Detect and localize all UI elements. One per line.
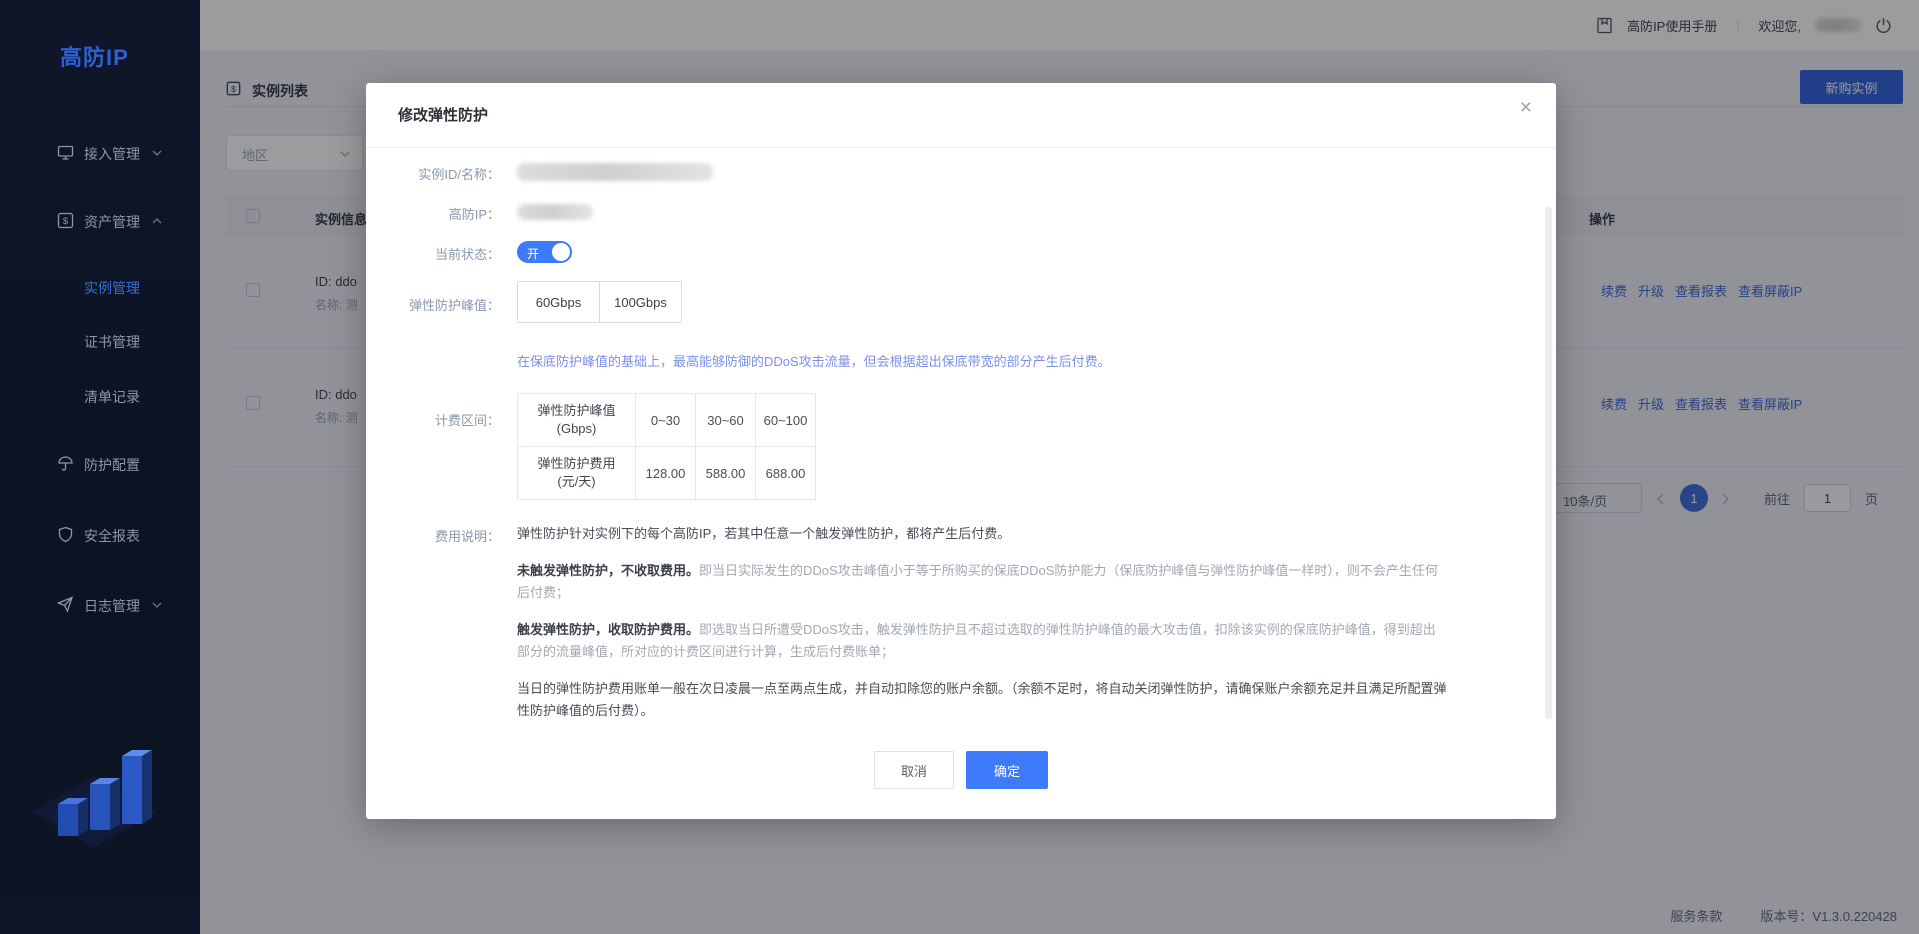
billing-peak-row: 弹性防护峰值 (Gbps) 0~30 30~60 60~100 <box>518 394 816 447</box>
billing-range-label: 计费区间： <box>380 410 500 429</box>
fee-note: 当日的弹性防护费用账单一般在次日凌晨一点至两点生成，并自动扣除您的账户余额。（余… <box>517 678 1447 722</box>
billing-cell: 30~60 <box>696 394 756 447</box>
sidebar-illustration <box>28 658 160 868</box>
modal-scrollbar[interactable] <box>1545 207 1552 719</box>
sidebar-item-instance-mgmt[interactable]: 实例管理 <box>84 278 200 298</box>
sidebar-item-log-mgmt[interactable]: 日志管理 <box>0 593 200 617</box>
billing-cell: 588.00 <box>696 447 756 500</box>
current-status-label: 当前状态： <box>380 244 500 263</box>
sidebar: 高防IP 接入管理 $ 资产管理 实例管理 证书管理 清单记录 防护配置 安全报… <box>0 0 200 934</box>
sidebar-item-cert-mgmt[interactable]: 证书管理 <box>84 332 200 352</box>
umbrella-icon <box>57 455 74 472</box>
sidebar-item-asset-mgmt[interactable]: $ 资产管理 <box>0 209 200 233</box>
peak-option-group: 60Gbps 100Gbps <box>517 281 682 323</box>
fee-note: 触发弹性防护，收取防护费用。即选取当日所遭受DDoS攻击，触发弹性防护且不超过选… <box>517 619 1447 663</box>
fee-note: 弹性防护针对实例下的每个高防IP，若其中任意一个触发弹性防护，都将产生后付费。 <box>517 523 1447 545</box>
elastic-peak-hint: 在保底防护峰值的基础上，最高能够防御的DDoS攻击流量，但会根据超出保底带宽的部… <box>517 351 1477 370</box>
fee-description: 弹性防护针对实例下的每个高防IP，若其中任意一个触发弹性防护，都将产生后付费。 … <box>517 523 1447 737</box>
sidebar-item-security-report[interactable]: 安全报表 <box>0 523 200 547</box>
instance-id-label: 实例ID/名称： <box>380 164 500 183</box>
close-icon[interactable]: × <box>1520 97 1532 118</box>
billing-peak-header: 弹性防护峰值 (Gbps) <box>518 394 636 447</box>
paper-plane-icon <box>57 596 74 613</box>
billing-fee-header: 弹性防护费用 (元/天) <box>518 447 636 500</box>
monitor-icon <box>57 144 74 161</box>
billing-range-table: 弹性防护峰值 (Gbps) 0~30 30~60 60~100 弹性防护费用 (… <box>517 393 816 500</box>
sidebar-item-label: 接入管理 <box>84 144 140 164</box>
toggle-knob <box>552 243 570 261</box>
toggle-on-text: 开 <box>527 245 539 262</box>
billing-cell: 688.00 <box>756 447 816 500</box>
confirm-button[interactable]: 确定 <box>966 751 1048 789</box>
anti-ddos-ip-value-redacted <box>517 204 593 220</box>
billing-fee-row: 弹性防护费用 (元/天) 128.00 588.00 688.00 <box>518 447 816 500</box>
sidebar-item-label: 安全报表 <box>84 526 140 546</box>
chevron-down-icon <box>152 602 162 608</box>
cancel-button[interactable]: 取消 <box>874 751 954 789</box>
sidebar-item-access-mgmt[interactable]: 接入管理 <box>0 141 200 165</box>
billing-cell: 128.00 <box>636 447 696 500</box>
sidebar-item-label: 防护配置 <box>84 455 140 475</box>
sidebar-item-protection-config[interactable]: 防护配置 <box>0 452 200 476</box>
billing-cell: 60~100 <box>756 394 816 447</box>
status-toggle[interactable]: 开 <box>517 241 572 263</box>
fee-note: 未触发弹性防护，不收取费用。即当日实际发生的DDoS攻击峰值小于等于所购买的保底… <box>517 560 1447 604</box>
svg-text:$: $ <box>63 216 69 227</box>
dialog-footer: 取消 确定 <box>366 751 1556 789</box>
peak-option-60gbps[interactable]: 60Gbps <box>517 281 600 323</box>
dialog-title: 修改弹性防护 <box>398 104 488 125</box>
fee-description-label: 费用说明： <box>380 526 500 545</box>
anti-ddos-ip-label: 高防IP： <box>380 204 500 223</box>
shield-icon <box>57 526 74 543</box>
dollar-square-icon: $ <box>57 212 74 229</box>
chevron-down-icon <box>152 150 162 156</box>
elastic-peak-label: 弹性防护峰值： <box>380 295 500 314</box>
chevron-up-icon <box>152 218 162 224</box>
billing-cell: 0~30 <box>636 394 696 447</box>
sidebar-item-label: 资产管理 <box>84 212 140 232</box>
sidebar-item-label: 日志管理 <box>84 596 140 616</box>
peak-option-100gbps[interactable]: 100Gbps <box>599 281 682 323</box>
app-logo: 高防IP <box>60 40 129 72</box>
sidebar-item-inventory-records[interactable]: 清单记录 <box>84 387 200 407</box>
dialog-header-divider <box>366 147 1556 148</box>
edit-elastic-protection-dialog: 修改弹性防护 × 实例ID/名称： 高防IP： 当前状态： 开 弹性防护峰值： … <box>366 83 1556 819</box>
instance-id-value-redacted <box>517 163 713 181</box>
